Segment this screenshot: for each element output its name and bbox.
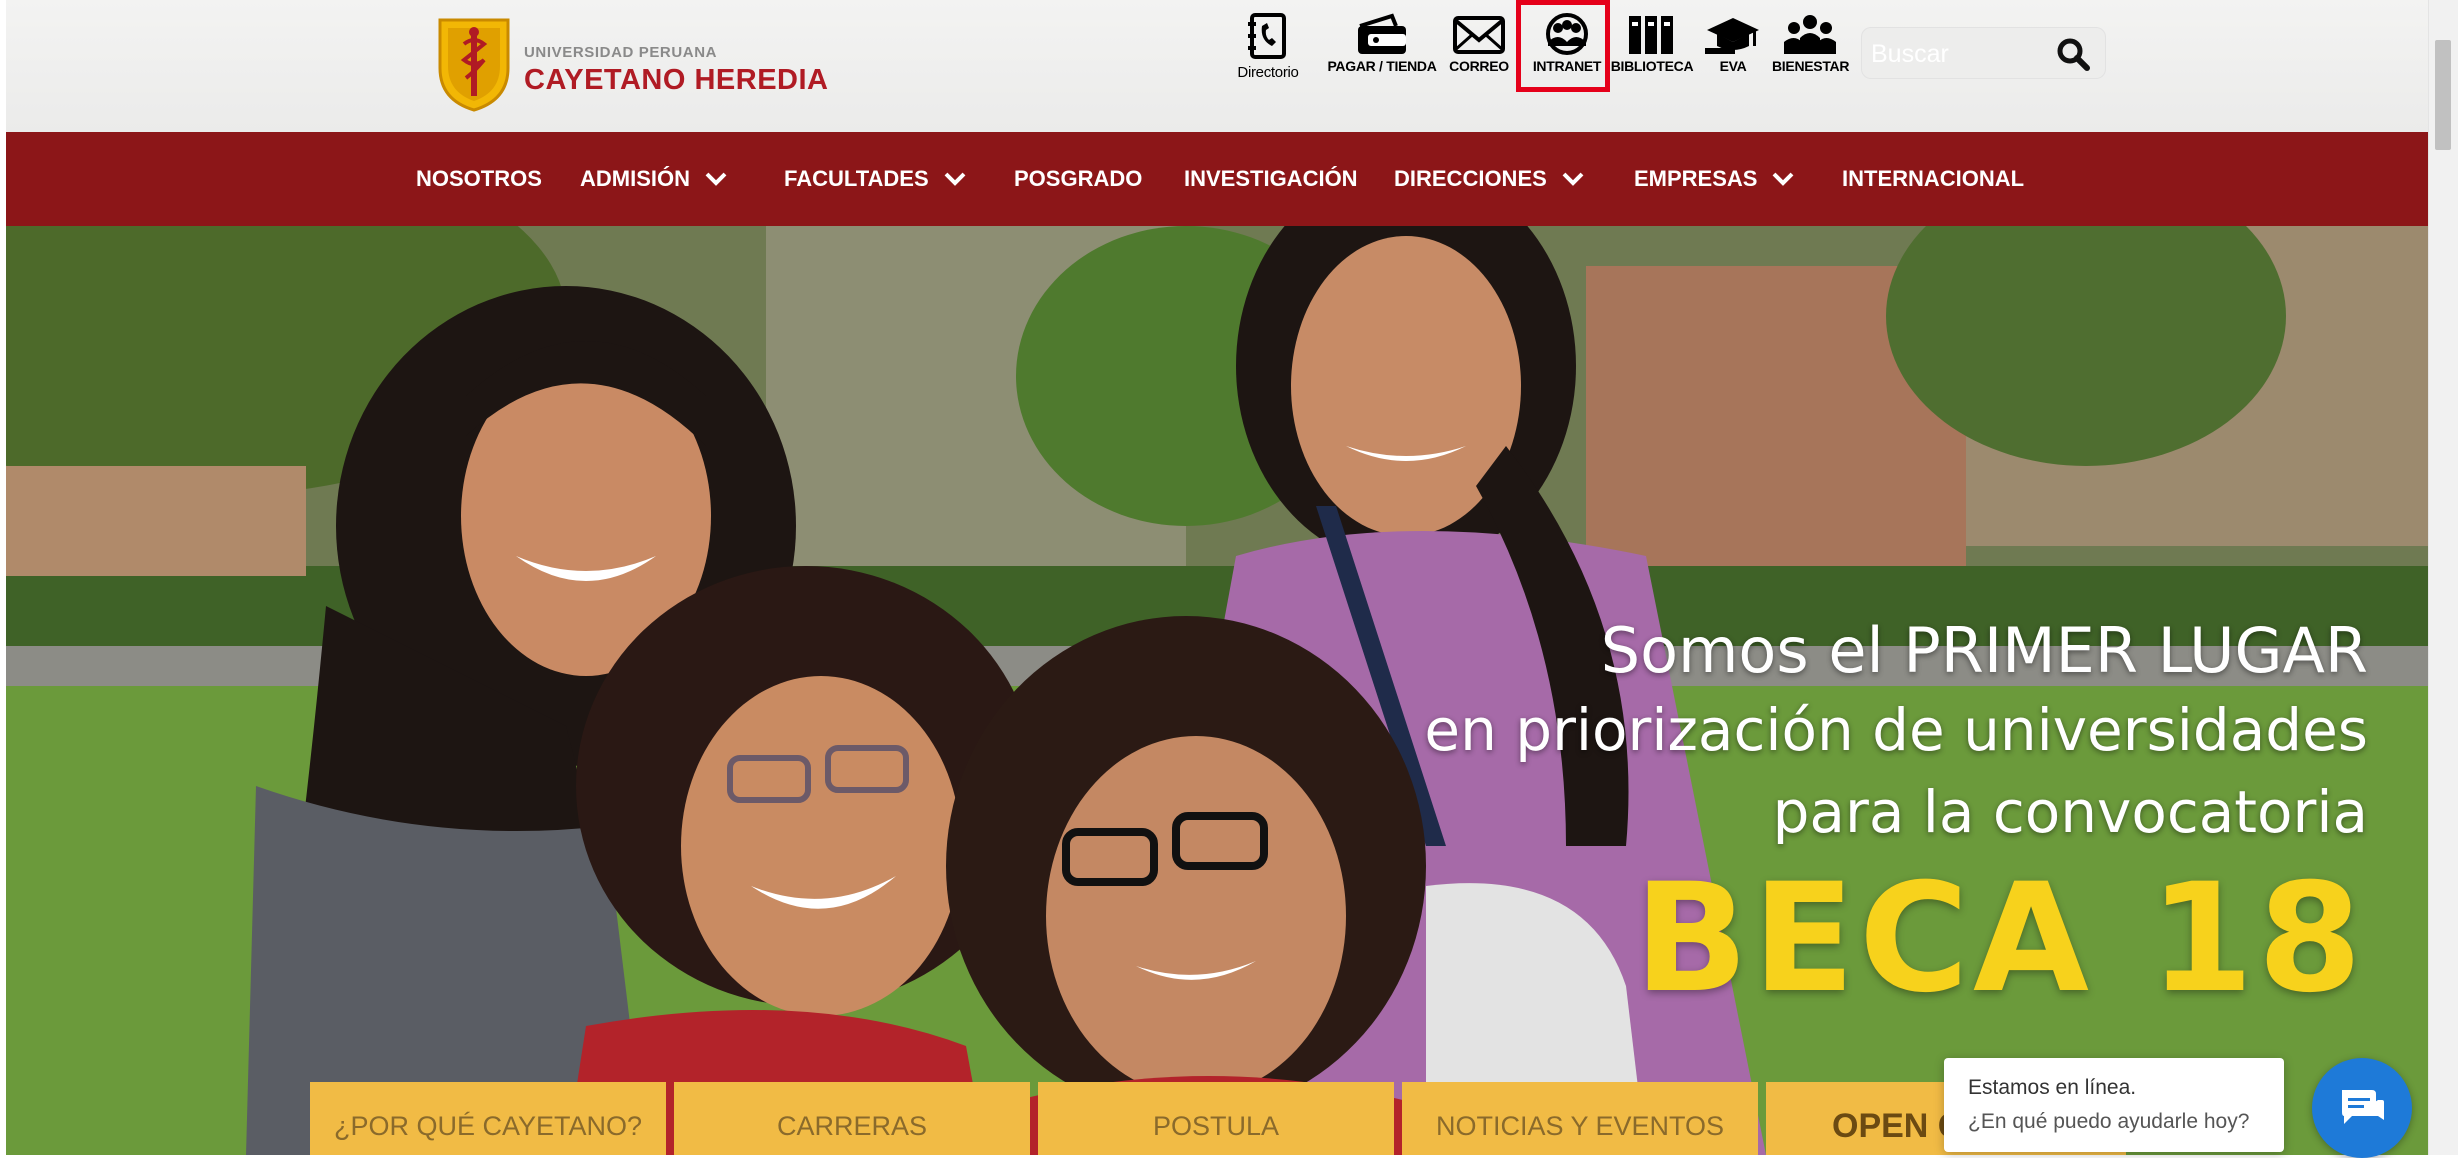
nav-item-empresas[interactable]: EMPRESAS <box>1634 166 1795 192</box>
nav-label: FACULTADES <box>784 166 929 191</box>
tool-label: Directorio <box>1237 64 1299 81</box>
nav-item-internacional[interactable]: INTERNACIONAL <box>1842 166 2024 192</box>
nav-label: NOSOTROS <box>416 166 542 191</box>
nav-item-investigacion[interactable]: INVESTIGACIÓN <box>1184 166 1358 192</box>
tool-correo[interactable]: CORREO <box>1446 12 1512 74</box>
search-input[interactable] <box>1869 33 2043 75</box>
tool-label: PAGAR / TIENDA <box>1327 58 1437 74</box>
directory-icon <box>1248 13 1286 59</box>
tab-por-que-cayetano[interactable]: ¿POR QUÉ CAYETANO? <box>310 1082 666 1155</box>
tool-label: CORREO <box>1449 58 1509 74</box>
chevron-down-icon <box>1773 172 1794 186</box>
chevron-down-icon <box>705 172 727 186</box>
nav-item-admision[interactable]: ADMISIÓN <box>580 166 728 192</box>
wallet-icon <box>1358 13 1406 54</box>
tool-directorio[interactable]: Directorio <box>1228 12 1308 81</box>
page-scrollbar[interactable] <box>2428 0 2458 1155</box>
chat-button[interactable] <box>2312 1058 2412 1158</box>
nav-label: ADMISIÓN <box>580 166 690 191</box>
nav-label: DIRECCIONES <box>1394 166 1547 191</box>
tab-postula[interactable]: POSTULA <box>1038 1082 1394 1155</box>
nav-item-facultades[interactable]: FACULTADES <box>784 166 967 192</box>
tool-label: BIBLIOTECA <box>1610 58 1694 74</box>
main-navigation: NOSOTROS ADMISIÓN FACULTADES POSGRADO IN… <box>6 132 2428 226</box>
hero-line-3: para la convocatoria <box>1772 778 2368 846</box>
tool-biblioteca[interactable]: BIBLIOTECA <box>1610 12 1694 74</box>
chat-question: ¿En qué puedo ayudarle hoy? <box>1968 1110 2250 1133</box>
nav-label: INTERNACIONAL <box>1842 166 2025 191</box>
search-icon[interactable] <box>2056 37 2090 71</box>
hero-line-2: en priorización de universidades <box>1424 696 2368 764</box>
tab-noticias-eventos[interactable]: NOTICIAS Y EVENTOS <box>1402 1082 1758 1155</box>
tab-carreras[interactable]: CARRERAS <box>674 1082 1030 1155</box>
hero-line-1: Somos el PRIMER LUGAR <box>1600 614 2368 687</box>
logo-subtitle: UNIVERSIDAD PERUANA <box>524 44 718 61</box>
university-logo[interactable]: UNIVERSIDAD PERUANA CAYETANO HEREDIA <box>436 14 828 114</box>
nav-item-direcciones[interactable]: DIRECCIONES <box>1394 166 1585 192</box>
graduation-cap-icon <box>1705 18 1759 54</box>
envelope-icon <box>1453 16 1505 54</box>
tool-label: EVA <box>1719 58 1747 74</box>
nav-item-posgrado[interactable]: POSGRADO <box>1014 166 1142 192</box>
nav-label: EMPRESAS <box>1634 166 1758 191</box>
intranet-highlight-box <box>1516 0 1610 92</box>
tool-eva[interactable]: EVA <box>1698 12 1768 74</box>
group-icon <box>1784 15 1836 54</box>
logo-title: CAYETANO HEREDIA <box>524 64 829 96</box>
chevron-down-icon <box>944 172 966 186</box>
top-header: UNIVERSIDAD PERUANA CAYETANO HEREDIA Dir… <box>6 0 2428 132</box>
search-box <box>1861 27 2106 79</box>
tool-bienestar[interactable]: BIENESTAR <box>1772 12 1850 74</box>
university-crest-icon <box>438 18 510 112</box>
hero-headline: BECA 18 <box>1634 852 2366 1026</box>
chat-prompt[interactable]: Estamos en línea. ¿En qué puedo ayudarle… <box>1944 1058 2284 1152</box>
hero-banner[interactable]: Somos el PRIMER LUGAR en priorización de… <box>6 226 2428 1155</box>
scrollbar-thumb[interactable] <box>2435 40 2451 150</box>
tool-label: BIENESTAR <box>1772 58 1850 74</box>
chevron-down-icon <box>1562 172 1584 186</box>
chat-status: Estamos en línea. <box>1968 1076 2137 1099</box>
nav-label: INVESTIGACIÓN <box>1184 166 1358 191</box>
nav-item-nosotros[interactable]: NOSOTROS <box>416 166 542 192</box>
nav-label: POSGRADO <box>1014 166 1143 191</box>
books-icon <box>1629 16 1673 54</box>
chat-icon <box>2342 1090 2384 1124</box>
tool-pagar-tienda[interactable]: PAGAR / TIENDA <box>1326 12 1438 74</box>
